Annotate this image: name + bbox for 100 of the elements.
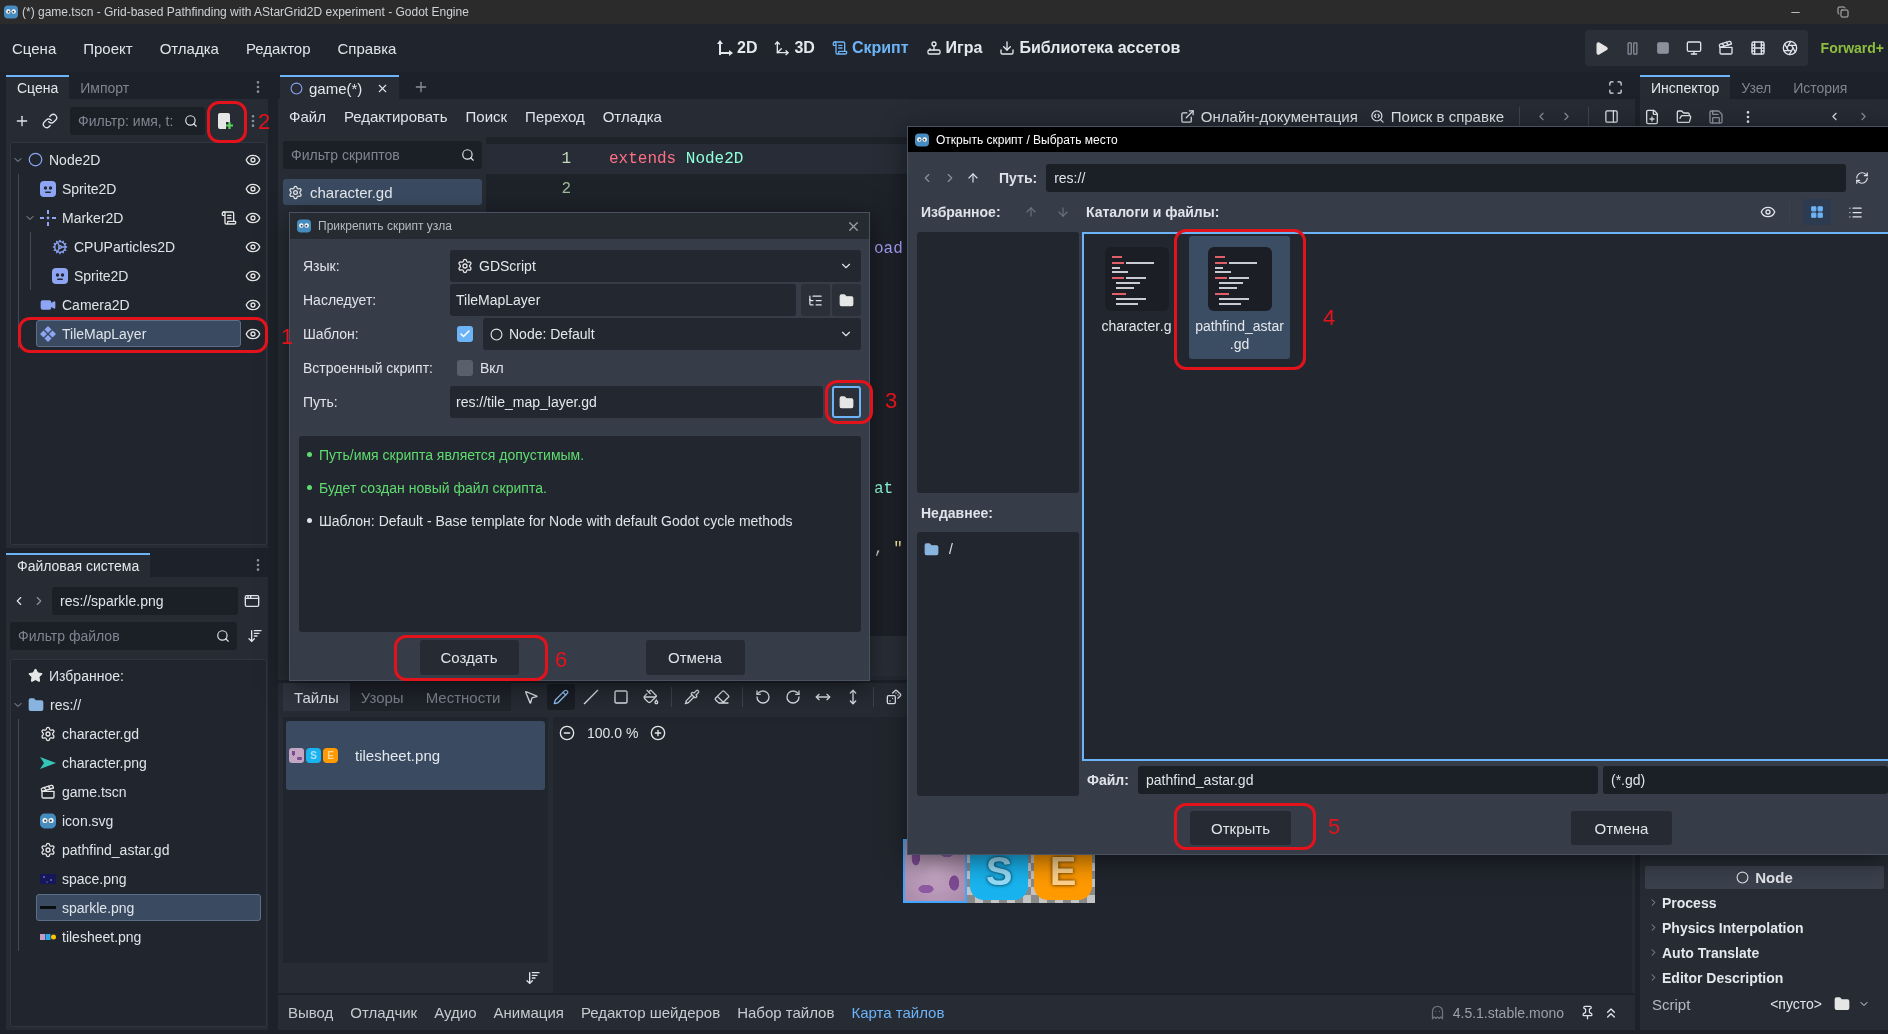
file-name-field[interactable]: pathfind_astar.gd [1138,766,1598,794]
path-field[interactable]: res:// [1046,164,1846,192]
tree-item[interactable]: character.gd [36,720,261,747]
tree-item[interactable]: Sprite2D [36,175,241,202]
menu-item[interactable]: Отладка [602,108,662,125]
dock-tab[interactable]: Файловая система [6,553,151,577]
tree-item[interactable]: Camera2D [36,291,241,318]
tree-item[interactable]: Marker2D [36,204,217,231]
file-item[interactable]: pathfind_astar.gd [1189,236,1290,359]
tree-item[interactable]: character.png [36,749,261,776]
workspace-tab[interactable]: 3D [774,39,815,57]
renderer-label[interactable]: Forward+ [1820,40,1884,56]
property-group[interactable]: Physics Interpolation [1645,915,1884,940]
panel-icon[interactable] [1604,109,1619,124]
eye-icon[interactable] [1760,204,1776,220]
property-group[interactable]: Editor Description [1645,965,1884,990]
bottom-tab[interactable]: Набор тайлов [737,1004,835,1021]
bottom-tab[interactable]: Редактор шейдеров [580,1004,721,1021]
dropdown[interactable]: Node: Default [483,318,861,350]
tree-item[interactable]: tilesheet.png [36,923,261,950]
zoom-out-icon[interactable] [559,725,575,741]
page-plus-icon[interactable] [217,113,233,129]
dock-tab[interactable]: Узел [1730,75,1783,99]
menu-item[interactable]: Файл [289,108,326,125]
tree-item[interactable]: CPUParticles2D [48,233,241,260]
path-field[interactable]: res://sparkle.png [52,587,238,615]
clapperboard-icon[interactable] [1717,40,1734,56]
panel-tab[interactable]: Узоры [349,683,415,711]
script-list-item[interactable]: character.gd [283,179,482,205]
window-layout-icon[interactable] [244,593,260,609]
tree-item[interactable]: Node2D [24,146,241,173]
help-search-link[interactable]: Поиск в справке [1369,108,1504,125]
tree-item[interactable]: TileMapLayer [36,320,241,347]
bottom-tab[interactable]: Анимация [493,1004,564,1021]
open-button[interactable]: Открыть [1190,811,1291,845]
tree-item[interactable]: game.tscn [36,778,261,805]
bottom-tab[interactable]: Аудио [434,1004,477,1021]
cancel-button[interactable]: Отмена [645,640,745,675]
workspace-tab[interactable]: Скрипт [831,39,909,57]
scroll-icon[interactable] [221,209,237,226]
pin-icon[interactable] [1580,1005,1595,1020]
panel-tab[interactable]: Тайлы [283,683,350,711]
panel-tab[interactable]: Местности [414,683,512,711]
filter-field[interactable]: Фильтр скриптов [283,141,482,169]
new-file-icon[interactable] [1644,108,1660,125]
workspace-tab[interactable]: 2D [717,39,758,57]
online-docs-link[interactable]: Онлайн-документация [1179,108,1358,125]
dock-tab[interactable]: Инспектор [1640,75,1731,99]
workspace-tab[interactable]: Игра [925,39,983,57]
aperture-icon[interactable] [1781,40,1798,56]
file-type-dropdown[interactable]: (*.gd) [1603,766,1888,794]
refresh-icon[interactable] [1855,171,1869,185]
link-icon[interactable] [42,113,58,129]
menu-item[interactable]: Проект [83,39,133,57]
property-group[interactable]: Process [1645,890,1884,915]
stop-icon[interactable] [1655,41,1670,55]
cancel-button[interactable]: Отмена [1571,811,1672,845]
file-item[interactable]: character.g [1086,236,1187,359]
tile-source-item[interactable]: S E tilesheet.png [286,721,545,790]
pause-icon[interactable] [1624,40,1640,56]
tree-item[interactable]: pathfind_astar.gd [36,836,261,863]
plus-icon[interactable] [14,113,30,129]
create-button[interactable]: Создать [419,640,519,675]
folder-icon[interactable] [1676,108,1692,125]
tree-item[interactable]: space.png [36,865,261,892]
menu-item[interactable]: Поиск [465,108,508,125]
scene-tab[interactable]: game(*) [280,75,400,99]
monitor-icon[interactable] [1685,40,1702,56]
restore-icon[interactable] [1837,6,1849,18]
dock-tab[interactable]: История [1782,75,1859,99]
workspace-tab[interactable]: Библиотека ассетов [999,39,1181,57]
resource-picker[interactable]: <пусто> [1766,996,1826,1012]
checkbox[interactable] [457,360,473,376]
tree-item[interactable]: res:// [24,691,261,718]
save-icon[interactable] [1708,108,1724,125]
bottom-tab[interactable]: Отладчик [350,1004,418,1021]
menu-item[interactable]: Переход [525,108,585,125]
film-icon[interactable] [1749,40,1766,56]
tool-button[interactable] [547,684,576,710]
menu-item[interactable]: Сцена [12,39,57,57]
sort-icon[interactable] [525,970,541,986]
checkbox[interactable] [457,326,473,342]
dock-tab[interactable]: Сцена [6,75,70,99]
dock-tab[interactable]: Импорт [69,75,141,99]
tree-item[interactable]: Избранное: [24,662,261,689]
tree-item[interactable]: sparkle.png [36,894,261,921]
zoom-in-icon[interactable] [650,725,667,741]
filter-field[interactable]: Фильтр: имя, t: [70,107,205,135]
recent-item[interactable]: / [920,539,957,559]
view-mode-button[interactable] [1803,199,1831,225]
dropdown[interactable]: GDScript [450,250,861,282]
fullscreen-icon[interactable] [1608,79,1623,95]
node-tree-button[interactable] [801,284,830,316]
sort-icon[interactable] [247,628,263,644]
tree-item[interactable]: icon.svg [36,807,261,834]
filter-field[interactable]: Фильтр файлов [10,622,237,650]
browse-button[interactable] [832,284,861,316]
menu-item[interactable]: Справка [337,39,397,57]
tree-item[interactable]: Sprite2D [48,262,241,289]
browse-button[interactable] [832,386,861,418]
